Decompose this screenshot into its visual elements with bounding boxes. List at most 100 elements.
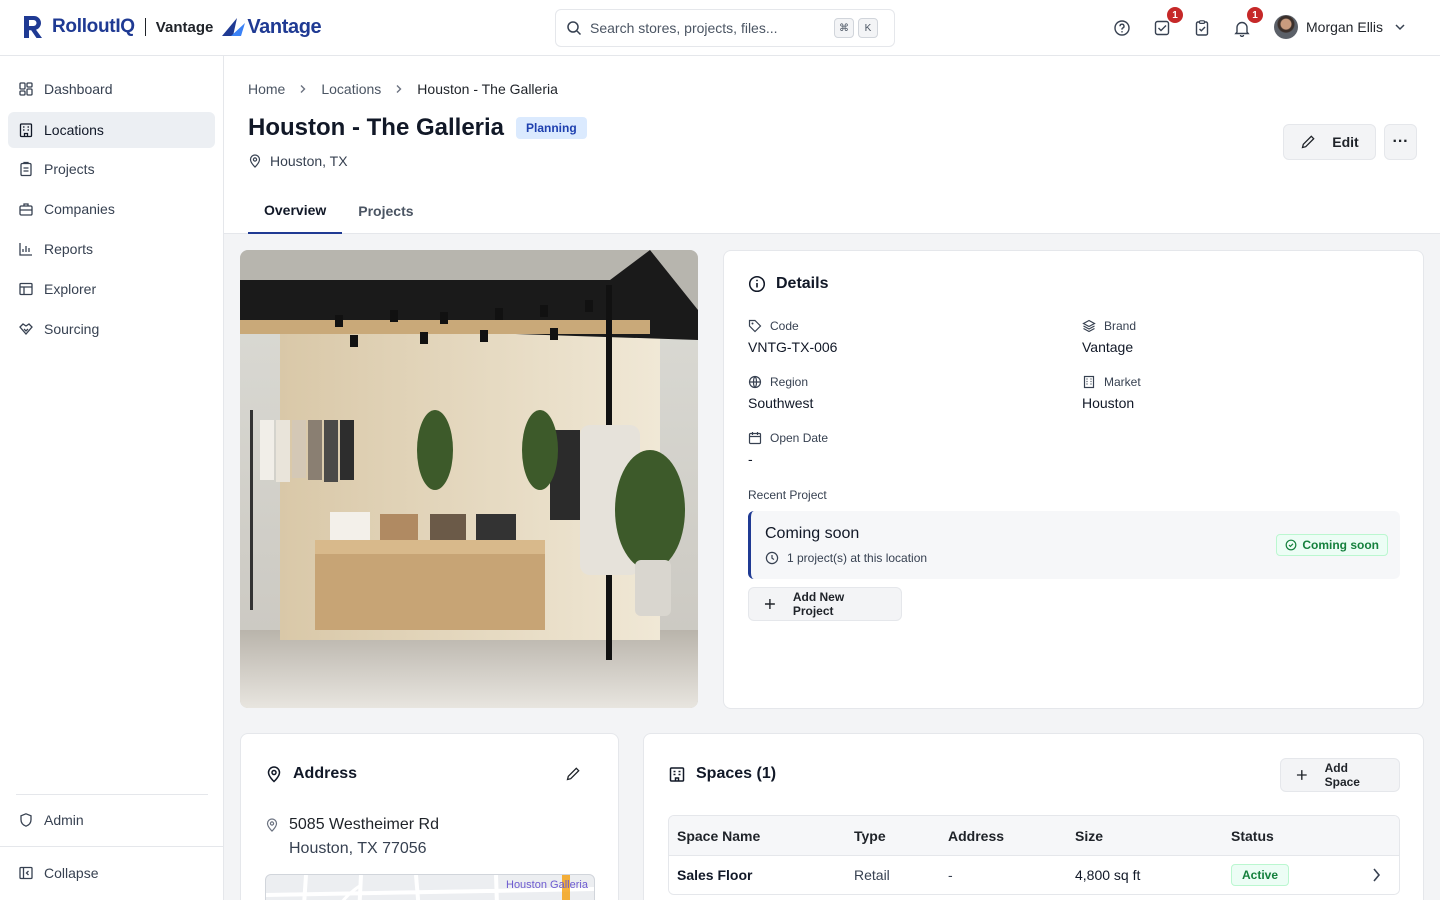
sidebar-item-projects[interactable]: Projects (8, 151, 215, 187)
top-bar: RolloutIQ Vantage Vantage ⌘ K 1 1 (0, 0, 1440, 56)
breadcrumb-home[interactable]: Home (248, 81, 285, 97)
address-card: Address 5085 Westheimer Rd Houston, TX 7… (240, 733, 619, 900)
shortcut-k-key: K (858, 18, 878, 38)
table-icon (19, 282, 33, 296)
details-title: Details (776, 275, 829, 292)
sidebar-item-label: Admin (44, 812, 84, 828)
field-market: Market Houston (1082, 375, 1141, 411)
field-code: Code VNTG-TX-006 (748, 319, 837, 355)
map-pin-icon (267, 766, 281, 783)
sidebar-divider (0, 846, 224, 847)
sidebar-item-dashboard[interactable]: Dashboard (8, 71, 215, 107)
chevron-right-icon (300, 85, 306, 93)
collapse-icon (19, 866, 33, 880)
column-header-size[interactable]: Size (1075, 816, 1103, 855)
sidebar-item-label: Dashboard (44, 81, 113, 97)
address-line-2: Houston, TX 77056 (289, 840, 427, 857)
address-title: Address (293, 765, 358, 782)
recent-project-subtitle: 1 project(s) at this location (765, 551, 927, 565)
field-value: VNTG-TX-006 (748, 339, 838, 355)
tab-overview[interactable]: Overview (248, 188, 343, 234)
sidebar-item-locations[interactable]: Locations (8, 112, 215, 148)
breadcrumb-current: Houston - The Galleria (417, 81, 558, 97)
notifications-count-badge: 1 (1247, 7, 1263, 23)
address-header: Address (265, 765, 357, 783)
field-label: Code (770, 319, 799, 333)
briefcase-icon (19, 203, 33, 216)
field-value: Houston (1082, 395, 1135, 411)
user-name: Morgan Ellis (1306, 19, 1384, 35)
spaces-title: Spaces (1) (696, 765, 777, 782)
brand[interactable]: RolloutIQ Vantage Vantage (22, 14, 322, 40)
address-map[interactable]: Houston Galleria (265, 874, 595, 900)
field-label: Brand (1104, 319, 1137, 333)
help-button[interactable] (1108, 14, 1136, 42)
add-space-button[interactable]: Add Space (1280, 758, 1400, 792)
recent-project-title: Coming soon (765, 525, 860, 542)
calendar-icon (748, 432, 762, 445)
page-location: Houston, TX (248, 153, 348, 169)
details-card: Details Code VNTG-TX-006 Brand Vantage R… (723, 250, 1424, 709)
edit-button[interactable]: Edit (1283, 124, 1376, 160)
help-icon (1114, 20, 1130, 36)
table-header-row: Space Name Type Address Size Status (669, 816, 1399, 856)
column-header-status[interactable]: Status (1231, 816, 1274, 855)
recent-project-card[interactable]: Coming soon 1 project(s) at this locatio… (748, 511, 1400, 579)
add-new-project-button[interactable]: Add New Project (748, 587, 902, 621)
building-icon (19, 123, 33, 138)
edit-label: Edit (1332, 134, 1359, 150)
sidebar-item-sourcing[interactable]: Sourcing (8, 311, 215, 347)
plus-icon (1296, 770, 1307, 780)
bar-chart-icon (19, 243, 32, 256)
column-header-type[interactable]: Type (854, 816, 886, 855)
sidebar-item-admin[interactable]: Admin (8, 802, 215, 838)
tab-projects[interactable]: Projects (342, 188, 429, 234)
pencil-icon[interactable] (565, 766, 581, 782)
spaces-table: Space Name Type Address Size Status Sale… (668, 815, 1400, 895)
chevron-right-icon (396, 85, 402, 93)
building-icon (669, 767, 685, 782)
space-size-cell: 4,800 sq ft (1075, 867, 1141, 883)
table-row[interactable]: Sales Floor Retail - 4,800 sq ft Active (669, 856, 1399, 894)
recent-project-label: Recent Project (748, 488, 827, 502)
page-title: Houston - The Galleria (248, 114, 505, 141)
checklist-button[interactable] (1188, 14, 1216, 42)
add-space-label: Add Space (1324, 761, 1360, 789)
search-input[interactable] (590, 20, 830, 36)
field-open-date: Open Date - (748, 431, 828, 467)
user-menu[interactable]: Morgan Ellis (1274, 15, 1407, 39)
notifications-button[interactable]: 1 (1228, 7, 1263, 42)
column-header-address[interactable]: Address (948, 816, 1004, 855)
space-name-cell: Sales Floor (677, 867, 753, 883)
sidebar: Dashboard Locations Projects Companies R… (0, 56, 224, 900)
brand-name: RolloutIQ (52, 16, 135, 37)
search-bar[interactable]: ⌘ K (555, 9, 895, 47)
office-building-icon (1083, 375, 1095, 389)
rolloutiq-logo-icon (24, 16, 42, 38)
top-actions: 1 1 (1108, 7, 1268, 42)
space-status-cell: Active (1231, 856, 1290, 894)
layers-icon (1082, 319, 1096, 333)
spaces-header: Spaces (1) (668, 765, 776, 783)
shield-icon (20, 813, 32, 827)
collapse-sidebar-button[interactable]: Collapse (8, 855, 215, 891)
spaces-card: Spaces (1) Add Space Space Name Type Add… (643, 733, 1424, 900)
tasks-count-badge: 1 (1167, 7, 1183, 23)
avatar (1274, 15, 1298, 39)
chevron-right-icon[interactable] (1371, 856, 1383, 894)
sidebar-item-reports[interactable]: Reports (8, 231, 215, 267)
dashboard-icon (19, 82, 33, 96)
field-value: - (748, 451, 753, 467)
sidebar-item-label: Locations (44, 122, 104, 138)
bell-icon (1234, 21, 1250, 37)
add-new-project-label: Add New Project (792, 590, 845, 618)
more-options-button[interactable]: ··· (1384, 124, 1417, 160)
page-location-text: Houston, TX (270, 153, 348, 169)
breadcrumb-locations[interactable]: Locations (321, 81, 381, 97)
checkbox-icon (1154, 20, 1170, 36)
tasks-button[interactable]: 1 (1148, 7, 1183, 42)
sidebar-item-companies[interactable]: Companies (8, 191, 215, 227)
column-header-space-name[interactable]: Space Name (677, 816, 760, 855)
sidebar-item-explorer[interactable]: Explorer (8, 271, 215, 307)
clipboard-icon (20, 161, 32, 177)
